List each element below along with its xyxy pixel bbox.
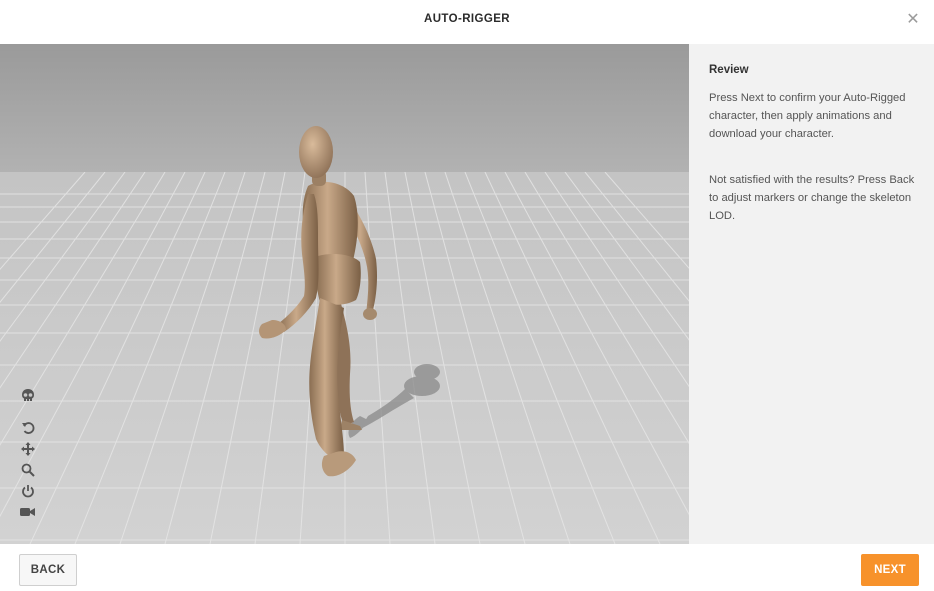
- 3d-viewport[interactable]: [0, 44, 689, 544]
- close-icon[interactable]: ✕: [906, 11, 920, 29]
- pan-icon[interactable]: [19, 441, 37, 457]
- next-button[interactable]: NEXT: [861, 554, 919, 586]
- skeleton-icon[interactable]: [19, 388, 37, 404]
- dialog-header: AUTO-RIGGER ✕: [0, 0, 934, 44]
- rotate-icon[interactable]: [19, 420, 37, 436]
- character-preview-scene: [0, 44, 689, 544]
- review-alternative-instructions: Not satisfied with the results? Press Ba…: [709, 174, 915, 222]
- power-icon[interactable]: [19, 483, 37, 499]
- zoom-icon[interactable]: [19, 462, 37, 478]
- review-instructions: Press Next to confirm your Auto-Rigged c…: [709, 92, 906, 140]
- dialog-footer: BACK NEXT: [0, 544, 934, 591]
- review-panel: Review Press Next to confirm your Auto-R…: [689, 44, 934, 544]
- camera-icon[interactable]: [19, 504, 37, 520]
- dialog-title: AUTO-RIGGER: [424, 13, 510, 25]
- panel-title: Review: [709, 64, 749, 76]
- back-button[interactable]: BACK: [19, 554, 77, 586]
